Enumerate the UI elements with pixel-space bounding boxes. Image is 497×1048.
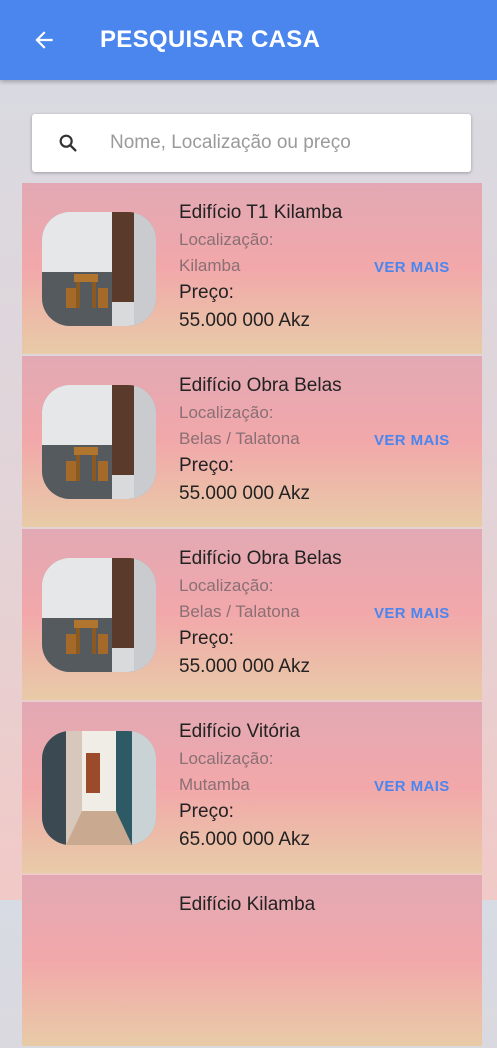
location-label: Localização: bbox=[179, 749, 274, 768]
location-value: Belas / Talatona bbox=[179, 602, 300, 621]
location-value: Belas / Talatona bbox=[179, 429, 300, 448]
listing-name: Edifício T1 Kilamba bbox=[179, 202, 343, 223]
price-label: Preço: bbox=[179, 282, 234, 303]
listing-name: Edifício Kilamba bbox=[179, 894, 316, 915]
listing-photo bbox=[42, 731, 156, 845]
price-value: 65.000 000 Akz bbox=[179, 829, 310, 850]
listing-list: Edifício T1 Kilamba Localização: Kilamba… bbox=[22, 183, 482, 1048]
listing-card[interactable]: Edifício T1 Kilamba Localização: Kilamba… bbox=[22, 183, 482, 354]
price-value: 55.000 000 Akz bbox=[179, 310, 310, 331]
see-more-button[interactable]: VER MAIS bbox=[374, 259, 450, 276]
price-value: 55.000 000 Akz bbox=[179, 656, 310, 677]
listing-card[interactable]: Edifício Obra Belas Localização: Belas /… bbox=[22, 356, 482, 527]
location-label: Localização: bbox=[179, 230, 274, 249]
price-label: Preço: bbox=[179, 801, 234, 822]
listing-name: Edifício Vitória bbox=[179, 721, 301, 742]
location-label: Localização: bbox=[179, 403, 274, 422]
see-more-button[interactable]: VER MAIS bbox=[374, 778, 450, 795]
location-label: Localização: bbox=[179, 576, 274, 595]
listing-photo bbox=[42, 558, 156, 672]
see-more-button[interactable]: VER MAIS bbox=[374, 605, 450, 622]
back-button[interactable] bbox=[24, 20, 64, 60]
listing-name: Edifício Obra Belas bbox=[179, 375, 342, 396]
location-value: Kilamba bbox=[179, 256, 241, 275]
listing-photo bbox=[42, 385, 156, 499]
listing-card[interactable]: Edifício Obra Belas Localização: Belas /… bbox=[22, 529, 482, 700]
app-bar: PESQUISAR CASA bbox=[0, 0, 497, 80]
listing-card[interactable]: Edifício Kilamba bbox=[22, 875, 482, 1046]
arrow-left-icon bbox=[35, 31, 53, 49]
location-value: Mutamba bbox=[179, 775, 250, 794]
listing-name: Edifício Obra Belas bbox=[179, 548, 342, 569]
page-title: PESQUISAR CASA bbox=[100, 26, 321, 53]
search-input[interactable] bbox=[108, 131, 392, 155]
listing-card[interactable]: Edifício Vitória Localização: Mutamba Pr… bbox=[22, 702, 482, 873]
search-icon bbox=[56, 131, 80, 155]
price-value: 55.000 000 Akz bbox=[179, 483, 310, 504]
listing-photo bbox=[42, 212, 156, 326]
price-label: Preço: bbox=[179, 628, 234, 649]
search-bar[interactable] bbox=[32, 114, 471, 172]
see-more-button[interactable]: VER MAIS bbox=[374, 432, 450, 449]
price-label: Preço: bbox=[179, 455, 234, 476]
